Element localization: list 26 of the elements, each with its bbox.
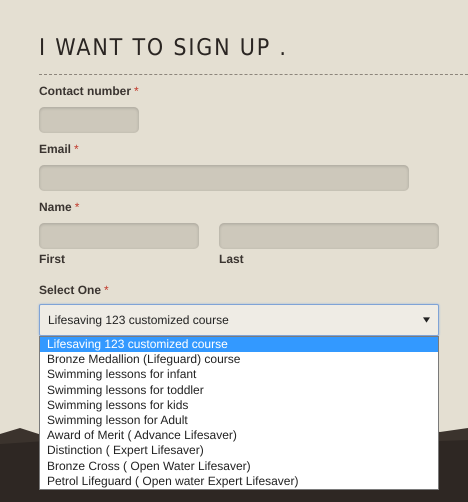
dropdown-option[interactable]: Swimming lessons for toddler xyxy=(40,382,438,398)
dropdown-field[interactable]: Lifesaving 123 customized course xyxy=(39,304,439,336)
input-field[interactable] xyxy=(39,107,139,133)
input-field[interactable] xyxy=(39,165,409,191)
field-sublabel: Last xyxy=(219,252,245,266)
dropdown-option[interactable]: Swimming lesson for Adult xyxy=(40,412,438,428)
field-sublabel: First xyxy=(39,252,66,266)
field-label: Select One xyxy=(39,283,102,297)
page-title: I WANT TO SIGN UP . xyxy=(39,34,289,62)
required-mark: * xyxy=(104,283,109,297)
field-label: Email xyxy=(39,142,72,156)
required-mark: * xyxy=(74,200,80,214)
dropdown-option[interactable]: Distinction ( Expert Lifesaver) xyxy=(40,443,438,458)
required-mark: * xyxy=(134,84,139,98)
field-label: Contact number xyxy=(39,84,132,98)
caret-icon xyxy=(423,317,430,323)
dropdown-option[interactable]: Award of Merit ( Advance Lifesaver) xyxy=(40,428,438,444)
dropdown-option[interactable]: Bronze Cross ( Open Water Lifesaver) xyxy=(40,458,438,474)
input-field[interactable] xyxy=(39,223,199,249)
dropdown-option[interactable]: Swimming lessons for kids xyxy=(40,398,438,413)
dropdown-option[interactable]: Bronze Medallion (Lifeguard) course xyxy=(40,352,438,368)
dropdown-option[interactable]: Swimming lessons for infant xyxy=(40,367,438,383)
dropdown-option[interactable]: Petrol Lifeguard ( Open water Expert Lifesaver) xyxy=(40,474,438,489)
required-mark: * xyxy=(74,142,79,156)
input-field[interactable] xyxy=(219,223,439,249)
field-label: Name xyxy=(39,200,72,214)
